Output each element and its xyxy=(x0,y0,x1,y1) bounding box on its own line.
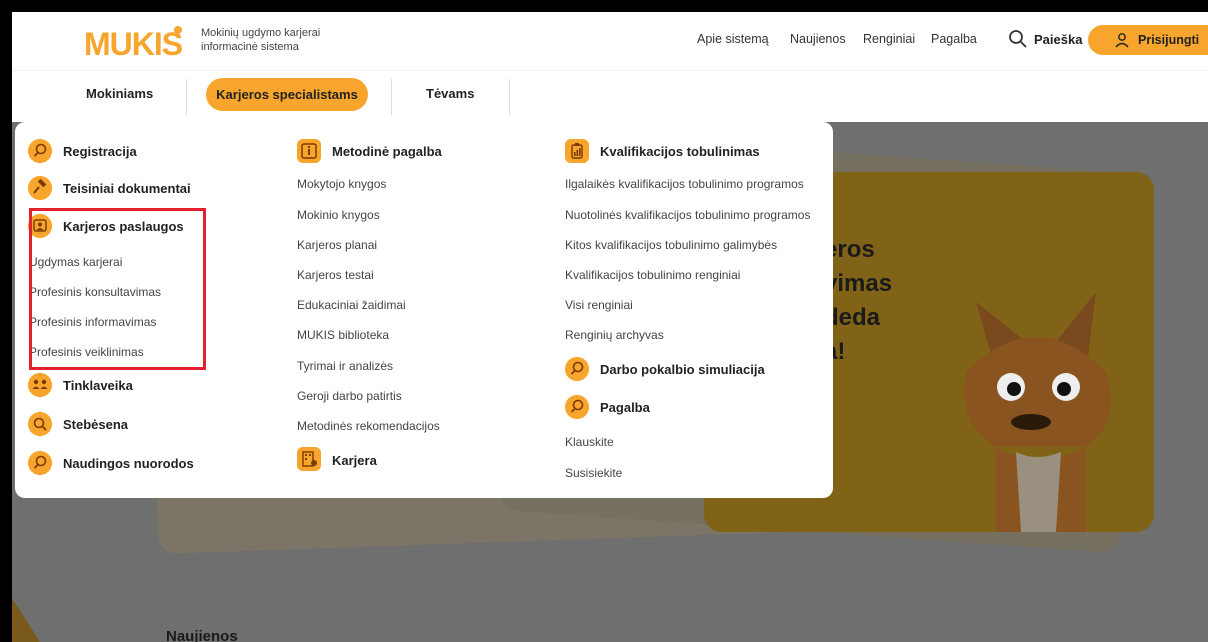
link-visi-renginiai[interactable]: Visi renginiai xyxy=(565,298,633,312)
menu-metodine-pagalba[interactable]: Metodinė pagalba xyxy=(332,144,442,159)
menu-registracija[interactable]: Registracija xyxy=(63,144,137,159)
login-label: Prisijungti xyxy=(1138,33,1200,47)
gavel-icon xyxy=(28,176,52,200)
link-mokytojo-knygos[interactable]: Mokytojo knygos xyxy=(297,177,386,191)
bottom-orange-corner xyxy=(12,598,40,642)
link-klauskite[interactable]: Klauskite xyxy=(565,435,614,449)
menu-naudingos-nuorodos[interactable]: Naudingos nuorodos xyxy=(63,456,194,471)
clipboard-chart-icon xyxy=(565,139,589,163)
nav-apie-sistema[interactable]: Apie sistemą xyxy=(697,32,769,46)
link-kitos-galimybes[interactable]: Kitos kvalifikacijos tobulinimo galimybė… xyxy=(565,238,777,252)
link-karjeros-testai[interactable]: Karjeros testai xyxy=(297,268,374,282)
link-edukaciniai-zaidimai[interactable]: Edukaciniai žaidimai xyxy=(297,298,406,312)
menu-kvalifikacijos-tobulinimas[interactable]: Kvalifikacijos tobulinimas xyxy=(600,144,760,159)
nav-pagalba[interactable]: Pagalba xyxy=(931,32,977,46)
menu-karjera[interactable]: Karjera xyxy=(332,453,377,468)
highlight-karjeros-paslaugos xyxy=(29,208,206,370)
link-susisiekite[interactable]: Susisiekite xyxy=(565,466,622,480)
link-karjeros-planai[interactable]: Karjeros planai xyxy=(297,238,377,252)
nav-naujienos[interactable]: Naujienos xyxy=(790,32,846,46)
menu-stebesena[interactable]: Stebėsena xyxy=(63,417,128,432)
search-icon xyxy=(28,412,52,436)
building-icon xyxy=(297,447,321,471)
tab-karjeros-specialistams[interactable]: Karjeros specialistams xyxy=(206,78,368,111)
link-tobulinimo-renginiai[interactable]: Kvalifikacijos tobulinimo renginiai xyxy=(565,268,740,282)
tab-divider xyxy=(186,79,187,115)
app-frame: eros vimas deda a! Naujienos MUKIS Mokin… xyxy=(12,12,1208,642)
menu-darbo-pokalbio-simuliacija[interactable]: Darbo pokalbio simuliacija xyxy=(600,362,765,377)
search-doc-icon xyxy=(28,451,52,475)
link-geroji-darbo-patirtis[interactable]: Geroji darbo patirtis xyxy=(297,389,402,403)
nav-renginiai[interactable]: Renginiai xyxy=(863,32,915,46)
link-nuotolines-programos[interactable]: Nuotolinės kvalifikacijos tobulinimo pro… xyxy=(565,208,810,222)
menu-teisiniai-dokumentai[interactable]: Teisiniai dokumentai xyxy=(63,181,191,196)
menu-tinklaveika[interactable]: Tinklaveika xyxy=(63,378,133,393)
tab-mokiniams[interactable]: Mokiniams xyxy=(86,86,153,101)
link-tyrimai-ir-analizes[interactable]: Tyrimai ir analizės xyxy=(297,359,393,373)
tab-divider xyxy=(391,79,392,115)
search-label[interactable]: Paieška xyxy=(1034,32,1082,47)
search-doc-icon xyxy=(28,139,52,163)
tab-tevams[interactable]: Tėvams xyxy=(426,86,474,101)
menu-pagalba[interactable]: Pagalba xyxy=(600,400,650,415)
mukis-logo[interactable]: MUKIS xyxy=(82,22,186,62)
link-renginiu-archyvas[interactable]: Renginių archyvas xyxy=(565,328,664,342)
tab-label: Karjeros specialistams xyxy=(216,87,358,102)
people-network-icon xyxy=(28,373,52,397)
site-tagline: Mokinių ugdymo karjerai informacinė sist… xyxy=(201,27,321,53)
link-mokinio-knygos[interactable]: Mokinio knygos xyxy=(297,208,380,222)
link-metodines-rekomendacijos[interactable]: Metodinės rekomendacijos xyxy=(297,419,440,433)
hero-line-2: vimas xyxy=(824,270,893,297)
secondary-nav: Mokiniams Karjeros specialistams Tėvams xyxy=(12,70,1208,122)
svg-text:MUKIS: MUKIS xyxy=(84,26,183,62)
top-header: MUKIS Mokinių ugdymo karjerai informacin… xyxy=(12,12,1208,70)
search-doc-icon xyxy=(565,395,589,419)
search-icon[interactable] xyxy=(1008,29,1028,49)
user-icon xyxy=(1115,33,1129,48)
link-mukis-biblioteka[interactable]: MUKIS biblioteka xyxy=(297,328,389,342)
info-icon xyxy=(297,139,321,163)
fox-mascot-icon xyxy=(964,292,1111,532)
tab-divider xyxy=(509,79,510,115)
news-heading: Naujienos xyxy=(166,628,238,642)
login-button[interactable]: Prisijungti xyxy=(1088,25,1208,55)
search-doc-icon xyxy=(565,357,589,381)
link-ilgalaikes-programos[interactable]: Ilgalaikės kvalifikacijos tobulinimo pro… xyxy=(565,177,804,191)
